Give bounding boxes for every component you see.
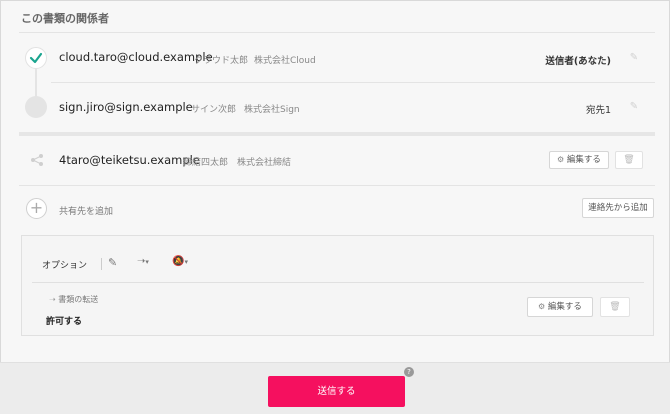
divider (19, 32, 655, 33)
trash-icon: 🗑 (609, 302, 621, 312)
forward-arrow-icon[interactable]: ➝▾ (137, 256, 149, 267)
delete-shared-button[interactable]: 🗑 (615, 151, 643, 169)
forward-label-text: 書類の転送 (58, 295, 99, 304)
add-icon[interactable]: + (26, 198, 47, 219)
shared-company: 株式会社締結 (237, 158, 292, 168)
edit-shared-button[interactable]: ⚙ 編集する (549, 151, 609, 169)
delete-options-button[interactable]: 🗑 (600, 297, 630, 317)
gear-icon: ⚙ (538, 302, 546, 311)
check-icon (25, 47, 47, 69)
recipient-role: 送信者(あなた) (545, 56, 611, 67)
pencil-icon[interactable]: ✎ (628, 101, 640, 113)
separator (101, 258, 102, 270)
section-title: この書類の関係者 (21, 12, 109, 25)
shared-email: 4taro@teiketsu.example (59, 153, 200, 167)
pencil-icon[interactable]: ✎ (628, 52, 640, 64)
recipient-name: サイン次郎 (191, 105, 237, 115)
divider (32, 282, 644, 283)
pending-circle-icon (25, 96, 47, 118)
pencil-icon[interactable]: ✎ (108, 256, 117, 269)
recipient-email: cloud.taro@cloud.example (59, 50, 213, 64)
edit-options-button[interactable]: ⚙ 編集する (527, 297, 593, 317)
section-divider (19, 132, 655, 136)
options-panel: オプション ✎ ➝▾ 🔕▾ ➝ 書類の転送 許可する ⚙ 編集する 🗑 (21, 235, 654, 336)
dialog-frame: この書類の関係者 cloud.taro@cloud.example クラウド太郎… (0, 0, 670, 414)
edit-shared-label: 編集する (566, 155, 601, 165)
shared-name: 締結四太郎 (183, 158, 229, 168)
divider (19, 185, 655, 186)
send-button[interactable]: 送信する (268, 376, 405, 407)
add-from-contacts-button[interactable]: 連絡先から追加 (582, 198, 654, 218)
options-label: オプション (42, 261, 88, 271)
add-shared-label[interactable]: 共有先を追加 (59, 204, 113, 217)
timeline-connector (35, 69, 37, 97)
forward-setting-label: ➝ 書類の転送 (49, 294, 98, 305)
forward-arrow-icon: ➝ (49, 295, 56, 304)
divider (51, 82, 655, 83)
gear-icon: ⚙ (557, 155, 565, 164)
edit-options-label: 編集する (547, 302, 582, 312)
share-icon (30, 152, 44, 166)
bell-off-icon[interactable]: 🔕▾ (172, 256, 188, 267)
recipient-company: 株式会社Sign (244, 105, 300, 115)
trash-icon: 🗑 (623, 155, 635, 165)
recipient-company: 株式会社Cloud (254, 56, 316, 66)
help-icon[interactable]: ? (404, 367, 414, 377)
recipient-name: クラウド太郎 (194, 56, 249, 66)
recipient-role: 宛先1 (585, 105, 611, 116)
forward-value: 許可する (46, 317, 83, 327)
recipient-email: sign.jiro@sign.example (59, 100, 193, 114)
